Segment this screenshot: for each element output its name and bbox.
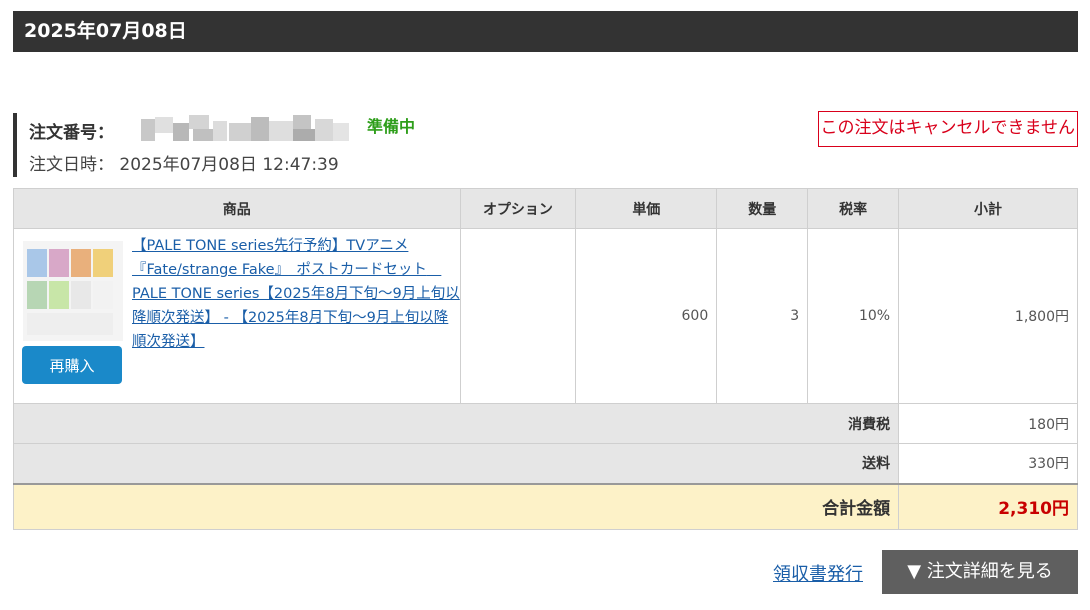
order-info: 注文番号： 準備中 注文日時： 2025年07月08日 12:47:39 [13,113,613,177]
subtotal-cell: 1,800円 [898,228,1078,404]
shipping-value: 330円 [898,443,1078,484]
option-cell [459,228,577,404]
column-header-subtotal: 小計 [898,188,1078,229]
order-datetime-label: 注文日時： [29,155,114,175]
receipt-link[interactable]: 領収書発行 [773,560,863,586]
product-thumbnail[interactable] [23,241,123,341]
total-row: 合計金額 2,310円 [12,482,1078,530]
column-header-product: 商品 [13,188,461,229]
order-datetime-row: 注文日時： 2025年07月08日 12:47:39 [29,150,339,175]
unit-price-cell: 600 [575,228,718,404]
column-header-unit-price: 単価 [575,188,718,229]
order-table: 商品 オプション 単価 数量 税率 小計 再購入 【PALE TONE seri… [12,188,1078,530]
table-row: 再購入 【PALE TONE series先行予約】TVアニメ『Fate/str… [13,228,1078,404]
tax-rate-cell: 10% [807,228,900,404]
table-header-row: 商品 オプション 単価 数量 税率 小計 [13,188,1078,229]
total-value: 2,310円 [898,482,1078,530]
order-number-masked [141,115,227,141]
rebuy-button[interactable]: 再購入 [22,346,122,384]
total-label: 合計金額 [12,482,900,530]
order-number-label: 注文番号： [29,123,114,143]
cancel-notice: この注文はキャンセルできません [817,111,1078,147]
product-title-link[interactable]: 【PALE TONE series先行予約】TVアニメ『Fate/strange… [132,234,462,354]
order-status-badge: 準備中 [367,117,416,136]
date-header: 2025年07月08日 [13,11,1078,52]
shipping-row: 送料 330円 [12,443,1078,484]
order-datetime: 2025年07月08日 12:47:39 [119,155,339,175]
column-header-option: オプション [459,188,577,229]
tax-label: 消費税 [12,403,900,444]
product-cell: 再購入 【PALE TONE series先行予約】TVアニメ『Fate/str… [13,228,462,404]
column-header-quantity: 数量 [716,188,809,229]
column-header-tax-rate: 税率 [807,188,900,229]
order-number-masked-2 [229,115,349,141]
tax-value: 180円 [898,403,1078,444]
order-detail-button[interactable]: ▼ 注文詳細を見る [882,550,1078,594]
quantity-cell: 3 [716,228,809,404]
tax-row: 消費税 180円 [12,403,1078,444]
shipping-label: 送料 [12,443,900,484]
